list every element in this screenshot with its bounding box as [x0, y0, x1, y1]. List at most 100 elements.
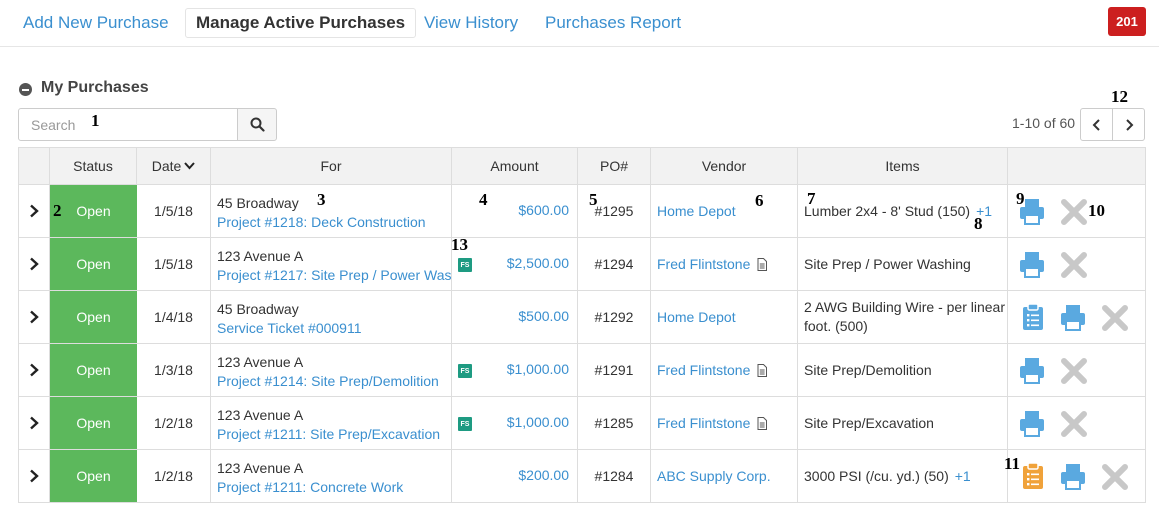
- delete-icon[interactable]: [1102, 464, 1128, 495]
- delete-icon[interactable]: [1061, 411, 1087, 442]
- vendor-link[interactable]: Fred Flintstone: [657, 362, 750, 378]
- amount-cell: $600.00: [452, 185, 578, 237]
- project-link[interactable]: Service Ticket #000911: [217, 319, 451, 338]
- vendor-link[interactable]: Home Depot: [657, 203, 736, 219]
- project-link[interactable]: Project #1217: Site Prep / Power Washing: [217, 266, 451, 285]
- items-cell: Site Prep / Power Washing: [798, 238, 1008, 290]
- expand-button[interactable]: [19, 185, 50, 237]
- delete-icon[interactable]: [1102, 305, 1128, 336]
- document-icon[interactable]: [757, 363, 768, 377]
- items-cell: Site Prep/Excavation: [798, 397, 1008, 449]
- fs-badge[interactable]: FS: [458, 364, 472, 378]
- vendor-link[interactable]: ABC Supply Corp.: [657, 468, 771, 484]
- prev-page-button[interactable]: [1080, 108, 1113, 141]
- annotation-1: 1: [91, 111, 100, 130]
- amount-link[interactable]: $500.00: [518, 308, 569, 324]
- collapse-icon[interactable]: [19, 83, 32, 96]
- project-link[interactable]: Project #1218: Deck Construction: [217, 213, 451, 232]
- fs-badge[interactable]: FS: [458, 417, 472, 431]
- for-cell: 123 Avenue A Project #1217: Site Prep / P…: [211, 238, 452, 290]
- header-vendor[interactable]: Vendor: [651, 148, 798, 184]
- search-button[interactable]: [237, 108, 277, 141]
- amount-link[interactable]: $1,000.00: [507, 414, 569, 430]
- expand-button[interactable]: [19, 344, 50, 396]
- amount-cell: FS $2,500.00: [452, 238, 578, 290]
- items-cell: 3000 PSI (/cu. yd.) (50) +1: [798, 450, 1008, 502]
- fs-badge[interactable]: FS: [458, 258, 472, 272]
- vendor-link[interactable]: Home Depot: [657, 309, 736, 325]
- header-items[interactable]: Items: [798, 148, 1008, 184]
- print-icon[interactable]: [1018, 356, 1046, 389]
- project-link[interactable]: Project #1211: Concrete Work: [217, 478, 451, 497]
- annotation-2: 2: [53, 201, 62, 220]
- actions-cell: [1008, 397, 1146, 449]
- tab-add-new-purchase[interactable]: Add New Purchase: [23, 13, 169, 33]
- expand-button[interactable]: [19, 291, 50, 343]
- delete-icon[interactable]: [1061, 358, 1087, 389]
- status-badge: Open: [50, 344, 137, 396]
- tab-view-history[interactable]: View History: [424, 13, 518, 33]
- header-expand: [19, 148, 50, 184]
- nav-divider: [0, 46, 1159, 47]
- search-icon: [250, 117, 265, 132]
- chevron-right-icon: [1125, 118, 1133, 131]
- document-icon[interactable]: [757, 416, 768, 430]
- delete-icon[interactable]: [1061, 252, 1087, 283]
- items-text: Site Prep / Power Washing: [804, 255, 971, 272]
- date-cell: 1/4/18: [137, 291, 211, 343]
- po-cell: #1291: [578, 344, 651, 396]
- tab-manage-active-purchases[interactable]: Manage Active Purchases: [185, 8, 417, 38]
- vendor-link[interactable]: Fred Flintstone: [657, 256, 750, 272]
- expand-button[interactable]: [19, 397, 50, 449]
- header-po[interactable]: PO#: [578, 148, 651, 184]
- items-text: Site Prep/Excavation: [804, 414, 934, 431]
- table-row[interactable]: Open 1/5/18 123 Avenue A Project #1217: Sit…: [18, 238, 1146, 291]
- header-status[interactable]: Status: [50, 148, 137, 184]
- items-text: Lumber 2x4 - 8' Stud (150): [804, 202, 971, 219]
- annotation-12: 12: [1111, 87, 1128, 106]
- document-icon[interactable]: [757, 257, 768, 271]
- table-row[interactable]: Open 1/4/18 45 Broadway Service Ticket #000…: [18, 291, 1146, 344]
- header-amount[interactable]: Amount: [452, 148, 578, 184]
- date-cell: 1/2/18: [137, 397, 211, 449]
- notification-badge[interactable]: 201: [1108, 7, 1146, 36]
- header-date[interactable]: Date: [137, 148, 211, 184]
- print-icon[interactable]: [1059, 303, 1087, 336]
- amount-link[interactable]: $2,500.00: [507, 255, 569, 271]
- status-badge: Open: [50, 450, 137, 502]
- tab-purchases-report[interactable]: Purchases Report: [545, 13, 681, 33]
- annotation-6: 6: [755, 191, 764, 210]
- search-input[interactable]: [18, 108, 238, 141]
- header-for[interactable]: For: [211, 148, 452, 184]
- project-link[interactable]: Project #1214: Site Prep/Demolition: [217, 372, 451, 391]
- amount-link[interactable]: $600.00: [518, 202, 569, 218]
- chevron-left-icon: [1092, 118, 1100, 131]
- amount-link[interactable]: $200.00: [518, 467, 569, 483]
- table-header: Status Date For Amount PO# Vendor Items: [18, 147, 1146, 185]
- delete-icon[interactable]: [1061, 199, 1087, 230]
- more-items-link[interactable]: +1: [955, 468, 971, 484]
- table-row[interactable]: Open 1/3/18 123 Avenue A Project #1214: Sit…: [18, 344, 1146, 397]
- vendor-link[interactable]: Fred Flintstone: [657, 415, 750, 431]
- print-icon[interactable]: [1018, 409, 1046, 442]
- table-row[interactable]: Open 1/2/18 123 Avenue A Project #1211: Con…: [18, 450, 1146, 503]
- table-row[interactable]: Open 1/2/18 123 Avenue A Project #1211: Sit…: [18, 397, 1146, 450]
- actions-cell: [1008, 344, 1146, 396]
- print-icon[interactable]: [1018, 250, 1046, 283]
- for-cell: 45 Broadway Project #1218: Deck Construct…: [211, 185, 452, 237]
- items-cell: 2 AWG Building Wire - per linear foot. (…: [798, 291, 1008, 343]
- status-badge: Open: [50, 397, 137, 449]
- expand-button[interactable]: [19, 238, 50, 290]
- annotation-5: 5: [589, 190, 598, 209]
- date-cell: 1/5/18: [137, 185, 211, 237]
- print-icon[interactable]: [1059, 462, 1087, 495]
- amount-link[interactable]: $1,000.00: [507, 361, 569, 377]
- next-page-button[interactable]: [1112, 108, 1145, 141]
- project-link[interactable]: Project #1211: Site Prep/Excavation: [217, 425, 451, 444]
- actions-cell: [1008, 238, 1146, 290]
- clipboard-icon[interactable]: [1021, 303, 1045, 336]
- location-text: 45 Broadway: [217, 195, 299, 211]
- expand-button[interactable]: [19, 450, 50, 502]
- clipboard-icon[interactable]: [1021, 462, 1045, 495]
- amount-cell: $500.00: [452, 291, 578, 343]
